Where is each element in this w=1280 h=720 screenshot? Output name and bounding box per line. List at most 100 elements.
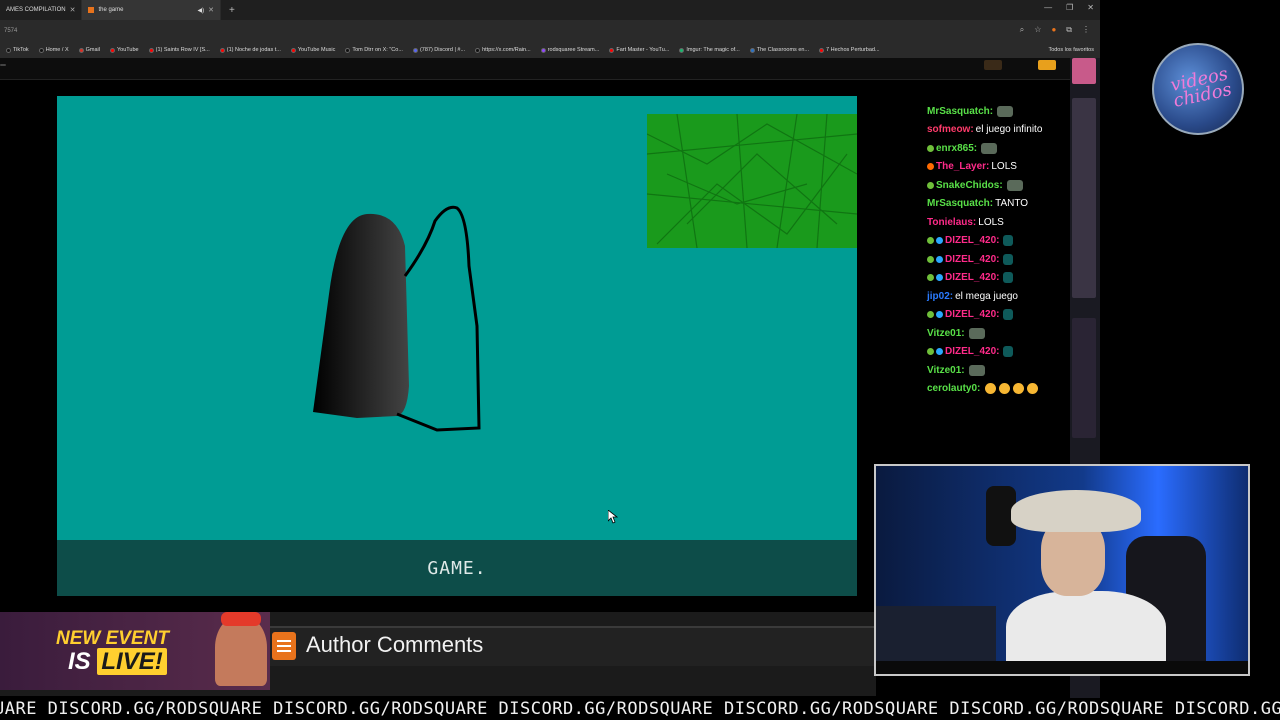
tab-label: the game bbox=[98, 7, 124, 13]
chat-badge-icon bbox=[927, 163, 934, 171]
chat-badge-icon bbox=[927, 274, 934, 282]
address-bar[interactable]: 7574 ⌕ ☆ ● ⧉ ⋮ bbox=[0, 20, 1100, 42]
bookmark-favicon-icon bbox=[38, 47, 44, 53]
chat-username[interactable]: SnakeChidos: bbox=[936, 180, 1003, 191]
all-bookmarks-button[interactable]: Todos los favoritos bbox=[1048, 47, 1094, 53]
event-banner-line1: NEW EVENT bbox=[56, 628, 169, 649]
outline-shape bbox=[396, 205, 481, 432]
discord-ticker: UARE DISCORD.GG/RODSQUARE DISCORD.GG/ROD… bbox=[0, 698, 1280, 720]
sidebar-block bbox=[1072, 318, 1096, 438]
speaker-icon[interactable]: ◀) bbox=[197, 7, 204, 14]
bookmark-item[interactable]: Gmail bbox=[78, 47, 100, 53]
webcam-feed bbox=[874, 464, 1250, 676]
close-window-icon[interactable]: ✕ bbox=[1087, 3, 1094, 12]
bookmark-favicon-icon bbox=[540, 47, 546, 53]
game-footer-text: GAME. bbox=[427, 557, 487, 579]
bookmark-item[interactable]: Tom Dtrr on X: "Co... bbox=[345, 47, 403, 53]
bookmark-item[interactable]: The Classrooms en... bbox=[749, 47, 809, 53]
chat-emote-icon bbox=[968, 327, 985, 339]
chat-badge-icon bbox=[927, 255, 934, 263]
chat-username[interactable]: Vitze01: bbox=[927, 365, 965, 376]
chat-username[interactable]: cerolauty0: bbox=[927, 383, 980, 394]
chat-text: el juego infinito bbox=[975, 124, 1043, 136]
chat-username[interactable]: enrx865: bbox=[936, 143, 977, 154]
extension-icon[interactable]: ● bbox=[1051, 25, 1056, 35]
chat-username[interactable]: The_Layer: bbox=[936, 161, 989, 172]
bookmark-item[interactable]: Imgur: The magic of... bbox=[679, 47, 740, 53]
chat-emote-icon bbox=[1003, 235, 1014, 247]
chat-message: DIZEL_420: bbox=[918, 269, 1070, 288]
menu-icon[interactable]: ⋮ bbox=[1082, 25, 1090, 35]
chat-username[interactable]: DIZEL_420: bbox=[945, 254, 999, 265]
bookmark-favicon-icon bbox=[475, 47, 481, 53]
chat-username[interactable]: sofmeow: bbox=[927, 124, 974, 135]
chat-username[interactable]: Tonielaus: bbox=[927, 217, 976, 228]
zoom-icon[interactable]: ⌕ bbox=[1020, 25, 1024, 35]
chat-emote-icon bbox=[1003, 253, 1014, 265]
chat-username[interactable]: MrSasquatch: bbox=[927, 198, 993, 209]
notification-icon[interactable] bbox=[1038, 60, 1056, 70]
bookmark-item[interactable]: https://x.com/Rain... bbox=[475, 47, 531, 53]
chat-badge-icon bbox=[927, 311, 934, 319]
game-canvas[interactable]: GAME. bbox=[57, 96, 857, 596]
bookmark-item[interactable]: (1) Noche de jodas t... bbox=[219, 47, 281, 53]
puzzle-icon[interactable]: ⧉ bbox=[1066, 25, 1072, 35]
bookmark-item[interactable]: YouTube bbox=[110, 47, 139, 53]
restore-icon[interactable]: ❐ bbox=[1066, 3, 1073, 12]
bookmark-favicon-icon bbox=[819, 47, 825, 53]
bookmark-favicon-icon bbox=[345, 47, 351, 53]
hamburger-icon[interactable] bbox=[0, 64, 6, 66]
address-text[interactable]: 7574 bbox=[4, 28, 17, 34]
bookmark-item[interactable]: (1) Saints Row IV [S... bbox=[148, 47, 210, 53]
sidebar-block bbox=[1072, 98, 1096, 298]
laughing-emoji-icon bbox=[999, 383, 1011, 395]
chat-username[interactable]: DIZEL_420: bbox=[945, 235, 999, 246]
document-icon bbox=[272, 632, 296, 660]
chat-emote-icon bbox=[997, 105, 1014, 117]
chat-username[interactable]: DIZEL_420: bbox=[945, 346, 999, 357]
toolbar-icons: ⌕ ☆ ● ⧉ ⋮ bbox=[1020, 25, 1090, 35]
chat-message: jip02: el mega juego bbox=[918, 287, 1070, 306]
sidebar-block bbox=[1072, 58, 1096, 84]
bookmark-favicon-icon bbox=[78, 47, 84, 53]
chat-username[interactable]: DIZEL_420: bbox=[945, 309, 999, 320]
bookmark-item[interactable]: rodsquaree Stream... bbox=[540, 47, 599, 53]
chat-message: The_Layer: LOLS bbox=[918, 158, 1070, 177]
dark-shape bbox=[313, 213, 409, 418]
page-header bbox=[0, 58, 1100, 80]
game-footer: GAME. bbox=[57, 540, 857, 596]
bookmark-label: Fart Master - YouTu... bbox=[616, 47, 670, 53]
bookmark-item[interactable]: (787) Discord | #... bbox=[412, 47, 465, 53]
chat-badge-icon bbox=[936, 237, 943, 245]
minimize-icon[interactable]: — bbox=[1044, 3, 1052, 12]
bookmark-label: https://x.com/Rain... bbox=[482, 47, 531, 53]
chat-text: LOLS bbox=[991, 161, 1017, 173]
tab-the-game[interactable]: the game ◀) ✕ bbox=[82, 0, 221, 20]
user-icon[interactable] bbox=[984, 60, 1002, 70]
bookmark-item[interactable]: Home / X bbox=[38, 47, 69, 53]
bookmark-item[interactable]: 7 Hechos Perturbad... bbox=[819, 47, 880, 53]
chat-emote-icon bbox=[1003, 272, 1014, 284]
bookmark-favicon-icon bbox=[110, 47, 115, 53]
chat-badge-icon bbox=[936, 311, 943, 319]
chat-message: SnakeChidos: bbox=[918, 176, 1070, 195]
bookmark-item[interactable]: TikTok bbox=[6, 47, 29, 53]
bookmark-label: 7 Hechos Perturbad... bbox=[826, 47, 880, 53]
laughing-emoji-icon bbox=[1027, 383, 1039, 395]
close-icon[interactable]: ✕ bbox=[208, 6, 214, 14]
new-tab-button[interactable]: + bbox=[221, 5, 243, 16]
chat-message: MrSasquatch: TANTO bbox=[918, 195, 1070, 214]
browser-tab-bar: AMES COMPILATION ✕ the game ◀) ✕ + — ❐ ✕ bbox=[0, 0, 1100, 20]
drawn-shapes bbox=[313, 205, 481, 432]
chat-username[interactable]: Vitze01: bbox=[927, 328, 965, 339]
chat-username[interactable]: DIZEL_420: bbox=[945, 272, 999, 283]
bookmark-favicon-icon bbox=[6, 47, 11, 53]
tab-compilation[interactable]: AMES COMPILATION ✕ bbox=[0, 0, 83, 20]
chat-username[interactable]: MrSasquatch: bbox=[927, 106, 993, 117]
bookmark-item[interactable]: Fart Master - YouTu... bbox=[609, 47, 669, 53]
event-is-text: IS bbox=[68, 648, 91, 675]
chat-username[interactable]: jip02: bbox=[927, 291, 953, 302]
star-icon[interactable]: ☆ bbox=[1034, 25, 1041, 35]
close-icon[interactable]: ✕ bbox=[70, 6, 76, 14]
bookmark-item[interactable]: YouTube Music bbox=[290, 47, 335, 53]
